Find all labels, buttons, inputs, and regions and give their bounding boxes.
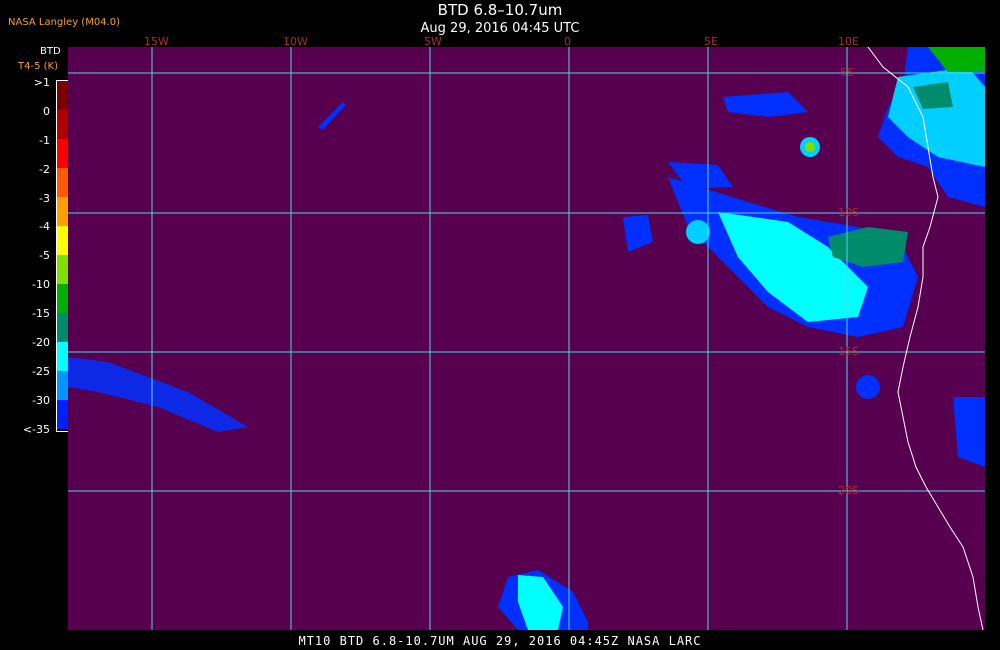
legend-tick: -4 <box>39 220 50 233</box>
legend-tick: -25 <box>32 365 50 378</box>
legend-tick: -30 <box>32 394 50 407</box>
latitude-label: 10S <box>838 206 859 219</box>
legend-tick: -5 <box>39 249 50 262</box>
cloud-region <box>856 375 880 399</box>
longitude-label: 10E <box>838 35 859 48</box>
cloud-region <box>318 102 346 130</box>
cloud-region <box>953 397 985 467</box>
legend-tick: -10 <box>32 278 50 291</box>
cloud-region <box>686 220 710 244</box>
legend-tick: -20 <box>32 336 50 349</box>
cloud-region <box>723 92 808 117</box>
legend-tick: 0 <box>43 105 50 118</box>
legend-tick: -15 <box>32 307 50 320</box>
longitude-label: 5E <box>704 35 718 48</box>
legend-units: T4-5 (K) <box>18 61 58 72</box>
cloud-region <box>623 215 653 252</box>
map-subtitle: Aug 29, 2016 04:45 UTC <box>420 21 580 36</box>
cloud-region <box>805 142 815 152</box>
legend-tick: >1 <box>33 76 50 89</box>
latitude-label: 5S <box>840 66 854 79</box>
longitude-label: 0 <box>564 35 571 48</box>
legend-tick: <-35 <box>22 423 50 436</box>
footer-caption: MT10 BTD 6.8-10.7UM AUG 29, 2016 04:45Z … <box>298 634 702 648</box>
cloud-region <box>68 357 248 432</box>
longitude-label: 15W <box>144 35 169 48</box>
legend-tick: -3 <box>39 192 50 205</box>
legend-tick: -2 <box>39 163 50 176</box>
credit-label: NASA Langley (M04.0) <box>8 17 120 28</box>
latitude-label: 15S <box>838 345 859 358</box>
latitude-label: 20S <box>838 484 859 497</box>
longitude-label: 5W <box>424 35 442 48</box>
legend-title: BTD <box>40 46 61 57</box>
map-title: BTD 6.8–10.7um <box>437 1 563 19</box>
map-canvas <box>68 47 985 630</box>
longitude-label: 10W <box>283 35 308 48</box>
graticule <box>68 47 985 630</box>
legend-tick: -1 <box>39 134 50 147</box>
map-area <box>68 47 985 630</box>
